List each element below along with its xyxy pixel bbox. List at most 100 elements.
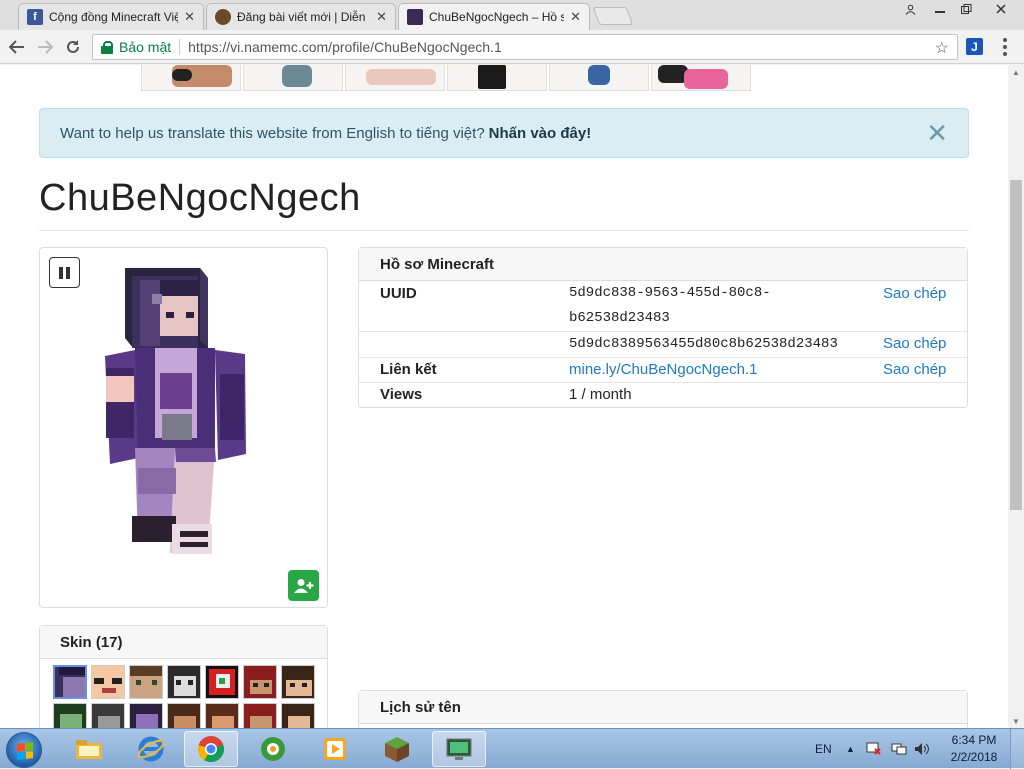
media-player-icon[interactable]	[308, 731, 362, 767]
chrome-icon[interactable]	[184, 731, 238, 767]
tab-title: Cộng đồng Minecraft Việ	[49, 10, 179, 24]
url-text[interactable]: https://vi.namemc.com/profile/ChuBeNgocN…	[188, 39, 502, 55]
skin-head[interactable]	[129, 703, 163, 728]
tab-facebook-group[interactable]: f Cộng đồng Minecraft Việ ✕	[18, 3, 204, 30]
skin-head[interactable]	[281, 665, 315, 699]
banner-link[interactable]: Nhấn vào đây!	[489, 125, 592, 142]
coc-coc-icon[interactable]	[246, 731, 300, 767]
lock-icon	[101, 41, 113, 54]
bookmark-star-icon[interactable]: ☆	[935, 38, 949, 58]
minecraft-icon[interactable]	[370, 731, 424, 767]
profile-short-link[interactable]: mine.ly/ChuBeNgocNgech.1	[569, 361, 757, 378]
skin-thumbnail[interactable]	[243, 65, 343, 91]
skin-head[interactable]	[53, 665, 87, 699]
windows-taskbar: EN ▲ 6:34 PM 2/2/2018	[0, 728, 1024, 769]
restore-icon[interactable]	[952, 0, 980, 18]
tab-title: Đăng bài viết mới | Diễn	[237, 10, 366, 24]
link-row: Liên kết mine.ly/ChuBeNgocNgech.1 Sao ch…	[359, 358, 967, 383]
uuid-label: UUID	[380, 285, 417, 302]
browser-menu-icon[interactable]	[995, 37, 1015, 57]
close-icon[interactable]: ✕	[926, 120, 948, 146]
pause-animation-button[interactable]	[49, 257, 80, 288]
skin-head[interactable]	[205, 665, 239, 699]
minimize-icon[interactable]	[926, 0, 954, 18]
scrollbar-thumb[interactable]	[1010, 180, 1022, 510]
uuid-row: UUID 5d9dc838-9563-455d-80c8- b62538d234…	[359, 281, 967, 332]
name-history-card: Lịch sử tên	[358, 690, 968, 728]
skin-thumbnail[interactable]	[345, 65, 445, 91]
card-heading: Skin (17)	[40, 626, 327, 659]
views-row: Views 1 / month	[359, 383, 967, 407]
card-heading: Hồ sơ Minecraft	[359, 248, 967, 281]
screenshot-tool-icon[interactable]	[432, 731, 486, 767]
minecraft-forum-icon	[215, 9, 231, 25]
uuid-plain-value: 5d9dc8389563455d80c8b62538d23483	[569, 336, 838, 352]
facebook-icon: f	[27, 9, 43, 25]
windows-logo-icon	[17, 742, 33, 760]
skin-thumbnail[interactable]	[549, 65, 649, 91]
close-icon[interactable]: ✕	[570, 9, 581, 25]
divider	[179, 39, 181, 55]
user-profile-icon[interactable]	[896, 0, 924, 18]
banner-text: Want to help us translate this website f…	[60, 124, 485, 142]
skin-thumbnail-strip	[141, 65, 751, 91]
skin-thumbnail[interactable]	[447, 65, 547, 91]
scroll-up-icon[interactable]: ▲	[1008, 65, 1024, 79]
show-desktop-button[interactable]	[1010, 729, 1024, 769]
tab-namemc-profile[interactable]: ChuBeNgocNgech – Hồ s ✕	[398, 3, 590, 30]
page-viewport: Want to help us translate this website f…	[0, 65, 1008, 728]
close-icon[interactable]: ✕	[376, 9, 387, 25]
uuid-line: b62538d23483	[569, 310, 670, 326]
new-tab-button[interactable]	[592, 7, 634, 25]
language-indicator[interactable]: EN	[815, 729, 832, 769]
uuid-line: 5d9dc838-9563-455d-80c8-	[569, 285, 771, 301]
tab-title: ChuBeNgocNgech – Hồ s	[429, 10, 565, 24]
extension-icon[interactable]: J	[966, 38, 983, 55]
views-value: 1 / month	[569, 386, 632, 403]
address-bar[interactable]: Bảo mật https://vi.namemc.com/profile/Ch…	[92, 34, 958, 60]
link-label: Liên kết	[380, 361, 437, 378]
scroll-down-icon[interactable]: ▼	[1008, 714, 1024, 728]
skin-head[interactable]	[281, 703, 315, 728]
skin-head[interactable]	[205, 703, 239, 728]
back-icon[interactable]	[6, 36, 28, 58]
skin-3d-render	[105, 268, 246, 554]
divider	[39, 230, 969, 231]
clock-date: 2/2/2018	[950, 750, 998, 764]
forward-icon[interactable]	[34, 36, 56, 58]
skin-head[interactable]	[167, 665, 201, 699]
tab-forum-post[interactable]: Đăng bài viết mới | Diễn ✕	[206, 3, 396, 30]
system-clock[interactable]: 6:34 PM 2/2/2018	[944, 732, 1004, 766]
add-friend-button[interactable]	[288, 570, 319, 601]
skin-head[interactable]	[167, 703, 201, 728]
copy-uuid-plain-button[interactable]: Sao chép	[883, 335, 946, 352]
show-hidden-icons[interactable]: ▲	[846, 729, 855, 769]
reload-icon[interactable]	[62, 36, 84, 58]
skin-head[interactable]	[53, 703, 87, 728]
card-heading: Lịch sử tên	[359, 691, 967, 724]
browser-toolbar: Bảo mật https://vi.namemc.com/profile/Ch…	[0, 30, 1024, 64]
clock-time: 6:34 PM	[951, 733, 997, 747]
start-button[interactable]	[6, 732, 42, 768]
skins-card: Skin (17)	[39, 625, 328, 728]
network-icon[interactable]	[891, 729, 907, 769]
copy-uuid-button[interactable]: Sao chép	[883, 285, 946, 302]
skin-preview-card	[39, 247, 328, 608]
close-window-icon[interactable]	[984, 0, 1018, 18]
views-label: Views	[380, 386, 423, 403]
skin-thumbnail[interactable]	[141, 65, 241, 91]
skin-head[interactable]	[129, 665, 163, 699]
copy-link-button[interactable]: Sao chép	[883, 361, 946, 378]
skin-head[interactable]	[91, 665, 125, 699]
uuid-plain-row: 5d9dc8389563455d80c8b62538d23483 Sao ché…	[359, 332, 967, 358]
action-center-icon[interactable]	[866, 729, 882, 769]
file-explorer-icon[interactable]	[62, 731, 116, 767]
skin-head[interactable]	[243, 665, 277, 699]
volume-icon[interactable]	[914, 729, 930, 769]
skin-thumbnail[interactable]	[651, 65, 751, 91]
internet-explorer-icon[interactable]	[124, 731, 178, 767]
skin-head[interactable]	[91, 703, 125, 728]
close-icon[interactable]: ✕	[184, 9, 195, 25]
page-scrollbar[interactable]: ▲ ▼	[1008, 65, 1024, 728]
skin-head[interactable]	[243, 703, 277, 728]
